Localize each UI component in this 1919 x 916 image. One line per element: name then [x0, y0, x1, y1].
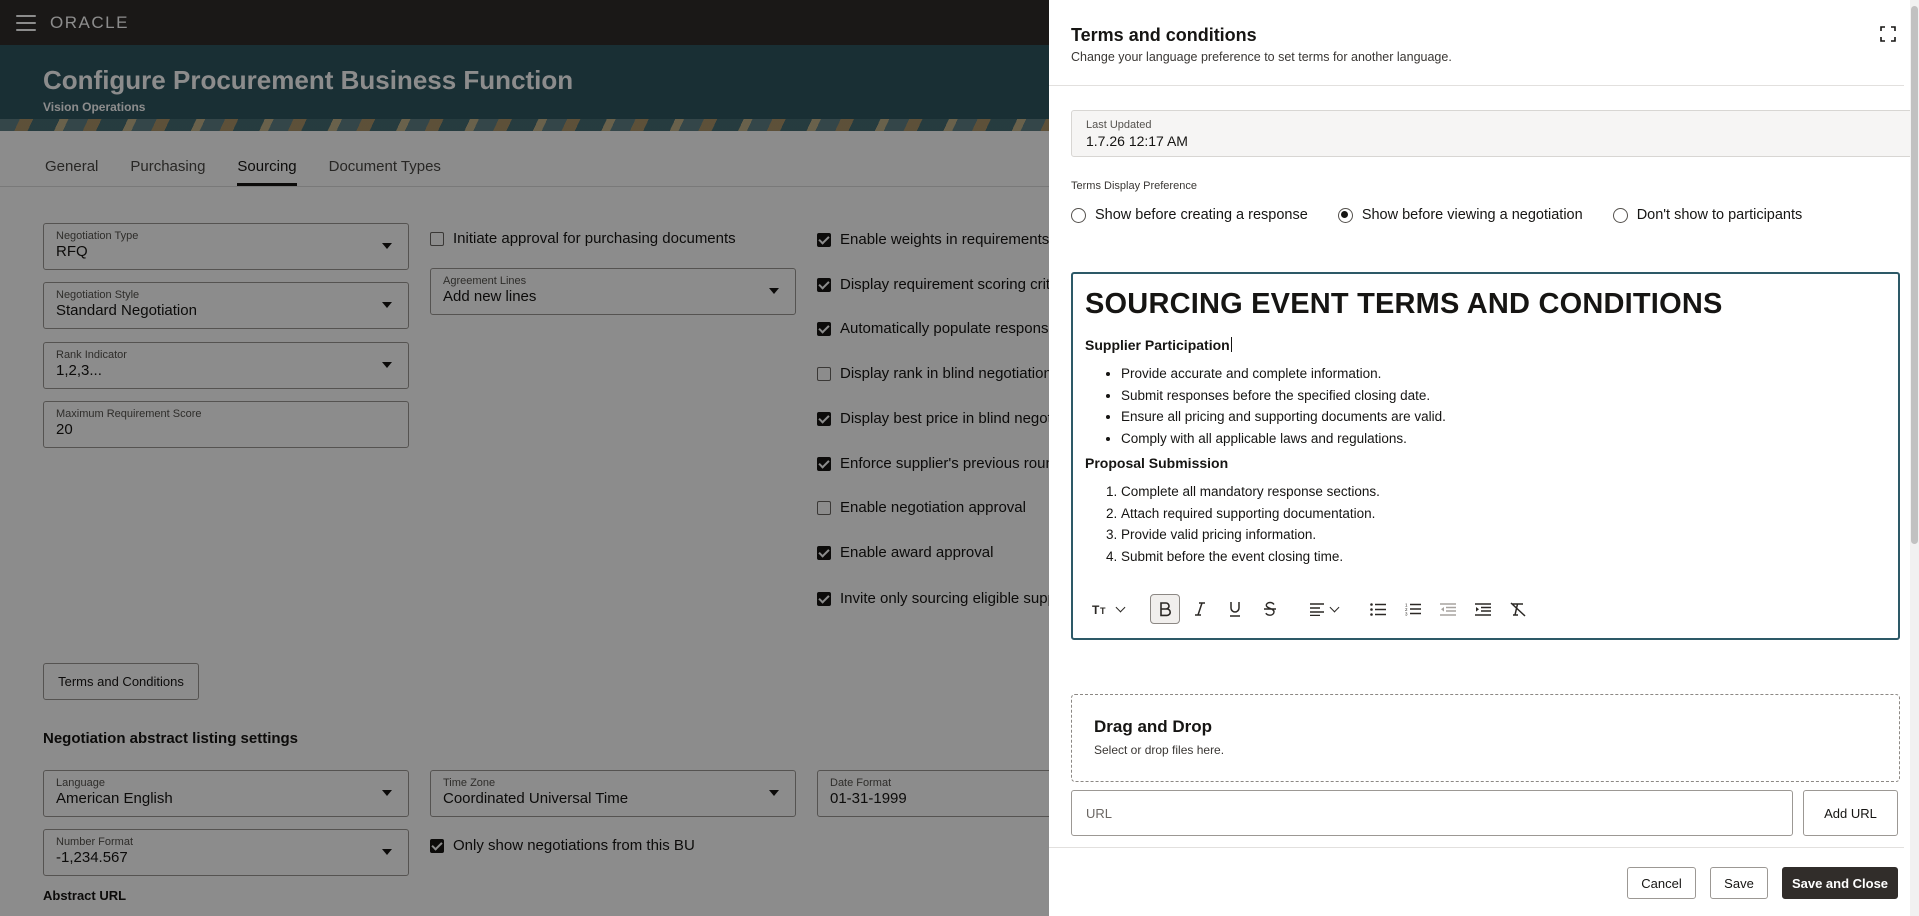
list-item: Complete all mandatory response sections…: [1121, 481, 1886, 503]
list-item: Ensure all pricing and supporting docume…: [1121, 406, 1886, 428]
last-updated-field: Last Updated 1.7.26 12:17 AM: [1071, 110, 1919, 157]
radio-dont-show[interactable]: Don't show to participants: [1612, 207, 1803, 223]
radio-label: Show before creating a response: [1095, 207, 1308, 223]
svg-text:T: T: [1100, 606, 1106, 616]
display-preference-radios: Show before creating a response Show bef…: [1071, 207, 1832, 223]
display-preference-label: Terms Display Preference: [1071, 180, 1197, 192]
chevron-down-icon: [1115, 602, 1126, 612]
align-icon[interactable]: [1304, 594, 1344, 624]
strikethrough-icon[interactable]: [1255, 594, 1285, 624]
indent-icon[interactable]: [1468, 594, 1498, 624]
numbered-list-icon[interactable]: 123: [1398, 594, 1428, 624]
terms-rich-text-editor[interactable]: SOURCING EVENT TERMS AND CONDITIONS Supp…: [1071, 272, 1900, 640]
list-item: Attach required supporting documentation…: [1121, 503, 1886, 525]
radio-dot: [1612, 207, 1628, 223]
url-input[interactable]: URL: [1071, 790, 1793, 836]
list-item: Provide valid pricing information.: [1121, 524, 1886, 546]
drawer-subtitle: Change your language preference to set t…: [1071, 50, 1452, 64]
radio-label: Show before viewing a negotiation: [1361, 207, 1583, 223]
chevron-down-icon: [1329, 602, 1340, 612]
footer-divider: [1049, 847, 1904, 848]
radio-dot: [1071, 207, 1086, 223]
header-divider: [1049, 85, 1904, 86]
list-item: Submit responses before the specified cl…: [1121, 385, 1886, 407]
list-item: Provide accurate and complete informatio…: [1121, 363, 1886, 385]
add-url-button[interactable]: Add URL: [1803, 790, 1898, 836]
save-button[interactable]: Save: [1710, 867, 1768, 899]
dropzone-subtitle: Select or drop files here.: [1094, 743, 1225, 757]
list-item: Submit before the event closing time.: [1121, 546, 1886, 568]
underline-icon[interactable]: [1220, 594, 1250, 624]
clear-format-icon[interactable]: [1503, 594, 1533, 624]
radio-show-before-response[interactable]: Show before creating a response: [1071, 207, 1308, 223]
section-title-text: Supplier Participation: [1085, 337, 1230, 353]
save-and-close-button[interactable]: Save and Close: [1782, 867, 1898, 899]
supplier-participation-list: Provide accurate and complete informatio…: [1121, 363, 1886, 449]
expand-icon[interactable]: [1880, 26, 1896, 42]
drawer-scrollbar[interactable]: [1910, 0, 1919, 916]
editor-toolbar: TT 123: [1085, 594, 1538, 624]
proposal-submission-list: Complete all mandatory response sections…: [1121, 481, 1886, 567]
outdent-icon[interactable]: [1433, 594, 1463, 624]
bold-icon[interactable]: [1150, 594, 1180, 624]
text-cursor: [1230, 337, 1232, 352]
terms-drawer: Terms and conditions Change your languag…: [1049, 0, 1919, 916]
editor-heading: SOURCING EVENT TERMS AND CONDITIONS: [1085, 288, 1723, 320]
svg-text:T: T: [1092, 603, 1100, 616]
scrollbar-thumb[interactable]: [1911, 6, 1918, 544]
file-drop-zone[interactable]: Drag and Drop Select or drop files here.: [1071, 694, 1900, 782]
editor-section-title: Supplier Participation: [1085, 337, 1886, 353]
svg-text:3: 3: [1405, 612, 1408, 617]
italic-icon[interactable]: [1185, 594, 1215, 624]
field-value: 1.7.26 12:17 AM: [1086, 133, 1188, 149]
radio-dot: [1337, 207, 1353, 223]
field-label: Last Updated: [1086, 119, 1152, 131]
dropzone-title: Drag and Drop: [1094, 717, 1213, 736]
editor-section-title: Proposal Submission: [1085, 455, 1229, 471]
radio-label: Don't show to participants: [1636, 207, 1803, 223]
drawer-title: Terms and conditions: [1071, 25, 1257, 45]
radio-show-before-viewing[interactable]: Show before viewing a negotiation: [1337, 207, 1583, 223]
list-item: Comply with all applicable laws and regu…: [1121, 428, 1886, 450]
bullet-list-icon[interactable]: [1363, 594, 1393, 624]
cancel-button[interactable]: Cancel: [1627, 867, 1696, 899]
text-size-icon[interactable]: TT: [1085, 594, 1131, 624]
modal-scrim[interactable]: [0, 0, 1049, 916]
